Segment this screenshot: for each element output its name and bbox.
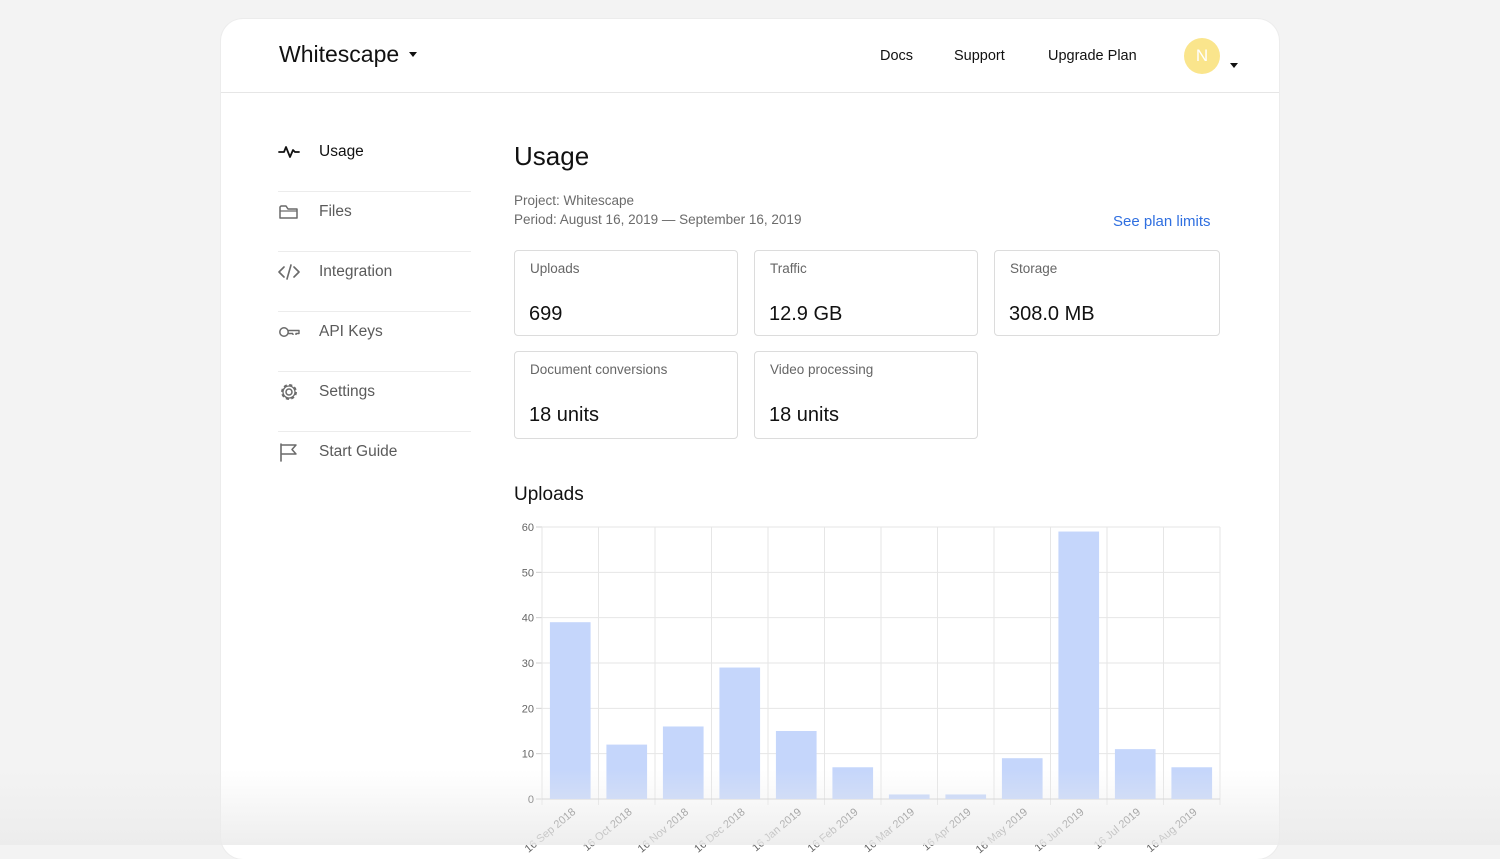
x-tick-label: 16 Jul 2019	[1092, 806, 1143, 852]
y-tick-label: 20	[522, 703, 534, 715]
stat-card-document-conversions: Document conversions 18 units	[514, 351, 738, 439]
y-tick-label: 10	[522, 749, 534, 761]
sidebar-item-label: Files	[319, 203, 352, 220]
y-tick-label: 60	[522, 522, 534, 534]
sidebar: Usage Files Integration API Keys Setting…	[278, 132, 471, 492]
project-switcher[interactable]: Whitescape	[279, 41, 418, 68]
bar	[1171, 767, 1213, 799]
bar	[606, 744, 648, 799]
sidebar-item-label: Integration	[319, 263, 393, 280]
y-tick-label: 30	[522, 658, 534, 670]
y-tick-label: 50	[522, 567, 534, 579]
stat-label: Document conversions	[530, 362, 668, 377]
bar	[1001, 758, 1043, 799]
nav-link-upgrade-plan[interactable]: Upgrade Plan	[1048, 48, 1137, 64]
brand-name: Whitescape	[279, 41, 400, 67]
sidebar-item-files[interactable]: Files	[278, 192, 471, 252]
bar	[1114, 749, 1156, 799]
stat-label: Uploads	[530, 261, 580, 276]
nav-link-support[interactable]: Support	[954, 48, 1005, 64]
bar	[945, 794, 987, 799]
avatar[interactable]: N	[1184, 38, 1220, 74]
project-name: Project: Whitescape	[514, 193, 635, 208]
chart-title: Uploads	[514, 484, 584, 505]
x-tick-label: 16 Oct 2018	[581, 806, 635, 854]
bar	[1058, 531, 1100, 799]
sidebar-item-api-keys[interactable]: API Keys	[278, 312, 471, 372]
x-tick-label: 16 Aug 2019	[1145, 806, 1200, 855]
x-tick-label: 16 Jun 2019	[1033, 806, 1087, 854]
bar	[888, 794, 930, 799]
stat-label: Storage	[1010, 261, 1058, 276]
bar	[775, 731, 817, 799]
bar	[662, 726, 704, 799]
bar	[832, 767, 874, 799]
top-bar: Whitescape Docs Support Upgrade Plan N	[221, 19, 1279, 93]
see-plan-limits-link[interactable]: See plan limits	[1113, 213, 1211, 230]
key-icon	[279, 327, 300, 337]
y-tick-label: 0	[528, 794, 534, 806]
sidebar-item-label: Settings	[319, 383, 376, 400]
sidebar-item-label: Start Guide	[319, 443, 398, 460]
stat-card-uploads: Uploads 699	[514, 250, 738, 336]
sidebar-item-usage[interactable]: Usage	[278, 132, 471, 192]
stat-value: 12.9 GB	[769, 303, 843, 325]
page-title: Usage	[514, 141, 590, 171]
x-tick-label: 16 Jan 2019	[750, 806, 804, 854]
stat-value: 308.0 MB	[1009, 303, 1095, 325]
stat-value: 18 units	[529, 404, 600, 426]
stat-label: Traffic	[770, 261, 807, 276]
x-tick-label: 16 May 2019	[974, 806, 1030, 856]
caret-down-icon	[1230, 63, 1238, 68]
stat-value: 18 units	[769, 404, 840, 426]
stat-card-video-processing: Video processing 18 units	[754, 351, 978, 439]
dashboard-card: Whitescape Docs Support Upgrade Plan N U…	[221, 19, 1279, 859]
x-tick-label: 16 Mar 2019	[862, 806, 917, 855]
caret-down-icon	[409, 52, 418, 57]
flag-icon	[280, 443, 297, 462]
folder-icon	[279, 205, 298, 219]
sidebar-item-settings[interactable]: Settings	[278, 372, 471, 432]
sidebar-item-label: Usage	[319, 143, 364, 160]
x-tick-label: 16 Apr 2019	[921, 806, 974, 853]
x-tick-label: 16 Sep 2018	[523, 806, 579, 855]
sidebar-item-start-guide[interactable]: Start Guide	[278, 432, 471, 492]
x-tick-label: 16 Nov 2018	[636, 806, 692, 855]
uploads-bar-chart: 0 10 20 30 40 50 60 16 Sep 2018 16 Oct 2018 16 No…	[522, 522, 1221, 856]
gear-icon	[281, 384, 297, 400]
bar	[549, 622, 591, 799]
stat-label: Video processing	[770, 362, 874, 377]
x-tick-label: 16 Feb 2019	[806, 806, 861, 855]
stat-card-traffic: Traffic 12.9 GB	[754, 250, 978, 336]
sidebar-item-label: API Keys	[319, 323, 383, 340]
activity-icon	[278, 146, 300, 158]
code-icon	[278, 264, 300, 280]
sidebar-item-integration[interactable]: Integration	[278, 252, 471, 312]
nav-link-docs[interactable]: Docs	[880, 48, 913, 64]
stat-value: 699	[529, 303, 563, 325]
account-menu-toggle[interactable]	[1230, 55, 1238, 73]
x-tick-label: 16 Dec 2018	[692, 806, 748, 855]
stat-card-storage: Storage 308.0 MB	[994, 250, 1220, 336]
bar	[719, 667, 761, 799]
y-tick-label: 40	[522, 613, 534, 625]
billing-period: Period: August 16, 2019 — September 16, …	[514, 212, 802, 227]
